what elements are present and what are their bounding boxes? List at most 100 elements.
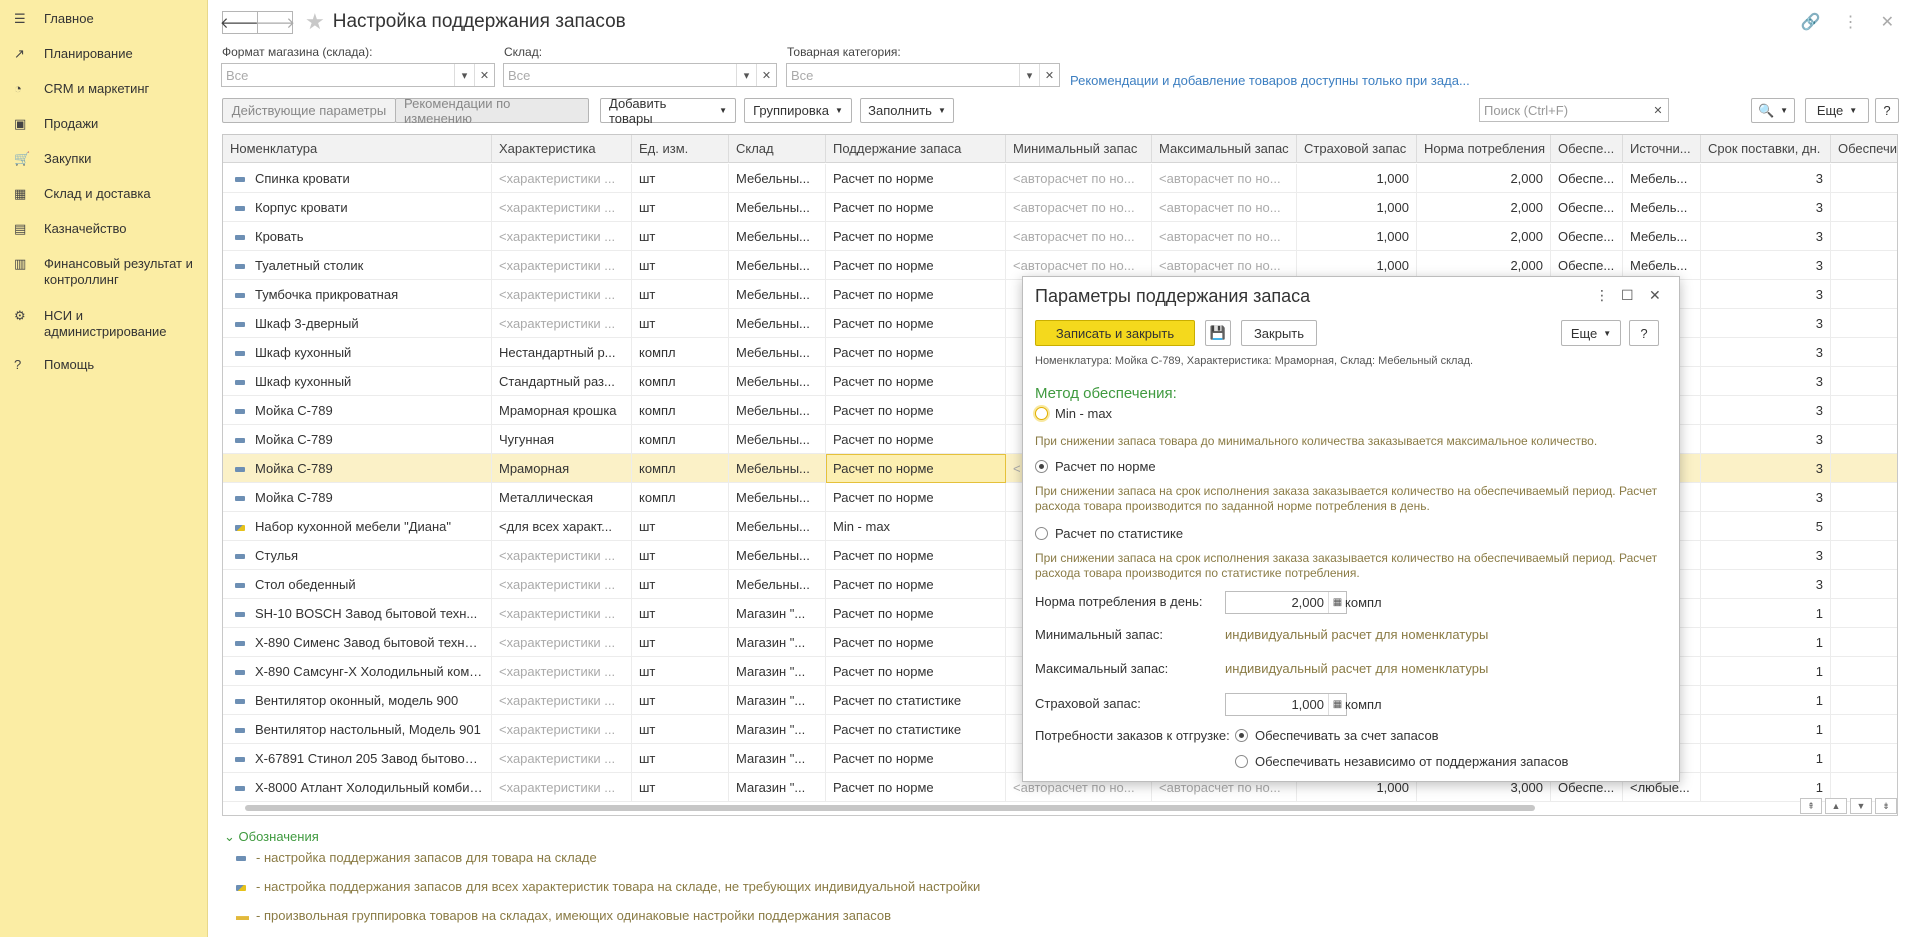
cell-norm[interactable]: 2,000 <box>1417 164 1551 193</box>
orders-from-stock-radio[interactable]: Обеспечивать за счет запасов <box>1235 728 1439 743</box>
cell-name[interactable]: Мойка С-789 <box>223 396 492 425</box>
cell-method[interactable]: Расчет по норме <box>826 570 1006 599</box>
sidebar-item-treasury[interactable]: ▤ Казначейство <box>0 216 206 242</box>
orders-independent-radio[interactable]: Обеспечивать независимо от поддержания з… <box>1235 754 1568 769</box>
cell-wh[interactable]: Мебельны... <box>729 570 826 599</box>
cell-wh[interactable]: Мебельны... <box>729 193 826 222</box>
cell-name[interactable]: Корпус кровати <box>223 193 492 222</box>
help-button[interactable]: ? <box>1875 98 1899 123</box>
favorite-star-icon[interactable]: ★ <box>305 9 325 35</box>
table-row[interactable]: Кровать <характеристики ... шт Мебельны... Р… <box>223 222 1897 251</box>
cell-char[interactable]: <характеристики ... <box>492 222 632 251</box>
method-norm-radio[interactable]: Расчет по норме <box>1035 459 1156 474</box>
cell-lead[interactable]: 3 <box>1701 338 1831 367</box>
cell-unit[interactable]: шт <box>632 309 729 338</box>
cell-unit[interactable]: шт <box>632 541 729 570</box>
cell-wh[interactable]: Мебельны... <box>729 541 826 570</box>
method-stat-radio[interactable]: Расчет по статистике <box>1035 526 1183 541</box>
link-icon[interactable]: 🔗 <box>1801 12 1821 32</box>
cell-safety[interactable]: 1,000 <box>1297 164 1417 193</box>
cell-unit[interactable]: шт <box>632 657 729 686</box>
cell-char[interactable]: <характеристики ... <box>492 773 632 802</box>
cell-name[interactable]: SH-10 BOSCH Завод бытовой техн... <box>223 599 492 628</box>
cell-wh[interactable]: Мебельны... <box>729 367 826 396</box>
table-row[interactable]: Спинка кровати <характеристики ... шт Мебел… <box>223 164 1897 193</box>
cell-method[interactable]: Расчет по норме <box>826 396 1006 425</box>
category-select[interactable]: Все ▾ ✕ <box>786 63 1060 87</box>
search-input[interactable]: Поиск (Ctrl+F) <box>1480 103 1648 118</box>
cell-char[interactable]: <характеристики ... <box>492 541 632 570</box>
cell-wh[interactable]: Магазин "... <box>729 628 826 657</box>
cell-prov[interactable]: Обеспе... <box>1551 222 1623 251</box>
column-header[interactable]: Минимальный запас <box>1006 135 1152 163</box>
cell-name[interactable]: Вентилятор оконный, модель 900 <box>223 686 492 715</box>
cell-name[interactable]: Стол обеденный <box>223 570 492 599</box>
cell-method[interactable]: Расчет по норме <box>826 744 1006 773</box>
close-icon[interactable]: ✕ <box>1649 287 1661 304</box>
cell-char[interactable]: Чугунная <box>492 425 632 454</box>
cell-prov[interactable]: Обеспе... <box>1551 164 1623 193</box>
cell-char[interactable]: Нестандартный р... <box>492 338 632 367</box>
cell-unit[interactable]: компл <box>632 454 729 483</box>
cell-char[interactable]: <характеристики ... <box>492 570 632 599</box>
cell-wh[interactable]: Мебельны... <box>729 251 826 280</box>
cell-min[interactable]: <авторасчет по но... <box>1006 164 1152 193</box>
cell-char[interactable]: <характеристики ... <box>492 715 632 744</box>
cell-safety[interactable]: 1,000 <box>1297 222 1417 251</box>
cell-unit[interactable]: шт <box>632 164 729 193</box>
cell-method[interactable]: Расчет по норме <box>826 251 1006 280</box>
cell-max[interactable]: <авторасчет по но... <box>1152 222 1297 251</box>
cell-max[interactable]: <авторасчет по но... <box>1152 164 1297 193</box>
cell-char[interactable]: <характеристики ... <box>492 280 632 309</box>
cell-lead[interactable]: 3 <box>1701 396 1831 425</box>
cell-lead[interactable]: 3 <box>1701 193 1831 222</box>
cell-lead[interactable]: 1 <box>1701 744 1831 773</box>
column-header[interactable]: Норма потребления <box>1417 135 1551 163</box>
fill-button[interactable]: Заполнить ▼ <box>860 98 954 123</box>
cell-lead[interactable]: 3 <box>1701 483 1831 512</box>
cell-lead[interactable]: 1 <box>1701 715 1831 744</box>
more-vertical-icon[interactable]: ⋮ <box>1843 12 1859 32</box>
sidebar-item-chart[interactable]: ▥ Финансовый результат и контроллинг <box>0 251 206 293</box>
cell-char[interactable]: Стандартный раз... <box>492 367 632 396</box>
cell-min[interactable]: <авторасчет по но... <box>1006 222 1152 251</box>
cell-wh[interactable]: Магазин "... <box>729 657 826 686</box>
back-button[interactable]: 🡐 <box>220 10 260 34</box>
cell-name[interactable]: X-890 Сименс Завод бытовой техники <box>223 628 492 657</box>
method-minmax-radio[interactable]: Min - max <box>1035 406 1112 421</box>
cell-wh[interactable]: Мебельны... <box>729 309 826 338</box>
sidebar-item-bag[interactable]: ▣ Продажи <box>0 111 206 137</box>
column-header[interactable]: Максимальный запас <box>1152 135 1297 163</box>
scroll-top-button[interactable]: ⇞ <box>1800 798 1822 814</box>
cell-lead[interactable]: 1 <box>1701 599 1831 628</box>
cell-unit[interactable]: шт <box>632 773 729 802</box>
clear-icon[interactable]: ✕ <box>756 64 776 86</box>
cell-lead[interactable]: 3 <box>1701 425 1831 454</box>
cell-char[interactable]: <характеристики ... <box>492 744 632 773</box>
cell-lead[interactable]: 3 <box>1701 309 1831 338</box>
cell-unit[interactable]: компл <box>632 425 729 454</box>
horizontal-scrollbar[interactable] <box>245 803 1760 811</box>
cell-method[interactable]: Расчет по статистике <box>826 715 1006 744</box>
sidebar-item-crm[interactable]: ◔ CRM и маркетинг <box>0 76 206 102</box>
cell-safety[interactable]: 1,000 <box>1297 193 1417 222</box>
column-header[interactable]: Поддержание запаса <box>826 135 1006 163</box>
cell-unit[interactable]: шт <box>632 251 729 280</box>
norm-input[interactable]: 2,000 ▦ <box>1225 591 1347 614</box>
more-vertical-icon[interactable]: ⋮ <box>1595 287 1609 304</box>
cell-src[interactable]: Мебель... <box>1623 164 1701 193</box>
cell-wh[interactable]: Мебельны... <box>729 338 826 367</box>
cell-lead[interactable]: 3 <box>1701 280 1831 309</box>
warehouse-select[interactable]: Все ▾ ✕ <box>503 63 777 87</box>
column-header[interactable]: Склад <box>729 135 826 163</box>
cell-method[interactable]: Расчет по норме <box>826 367 1006 396</box>
cell-unit[interactable]: шт <box>632 512 729 541</box>
sidebar-item-planning[interactable]: ↗ Планирование <box>0 41 206 67</box>
cell-unit[interactable]: шт <box>632 280 729 309</box>
cell-method[interactable]: Расчет по норме <box>826 773 1006 802</box>
cell-src[interactable]: Мебель... <box>1623 193 1701 222</box>
cell-name[interactable]: Шкаф кухонный <box>223 338 492 367</box>
sidebar-item-warehouse[interactable]: ▦ Склад и доставка <box>0 181 206 207</box>
cell-wh[interactable]: Магазин "... <box>729 686 826 715</box>
cell-wh[interactable]: Магазин "... <box>729 773 826 802</box>
